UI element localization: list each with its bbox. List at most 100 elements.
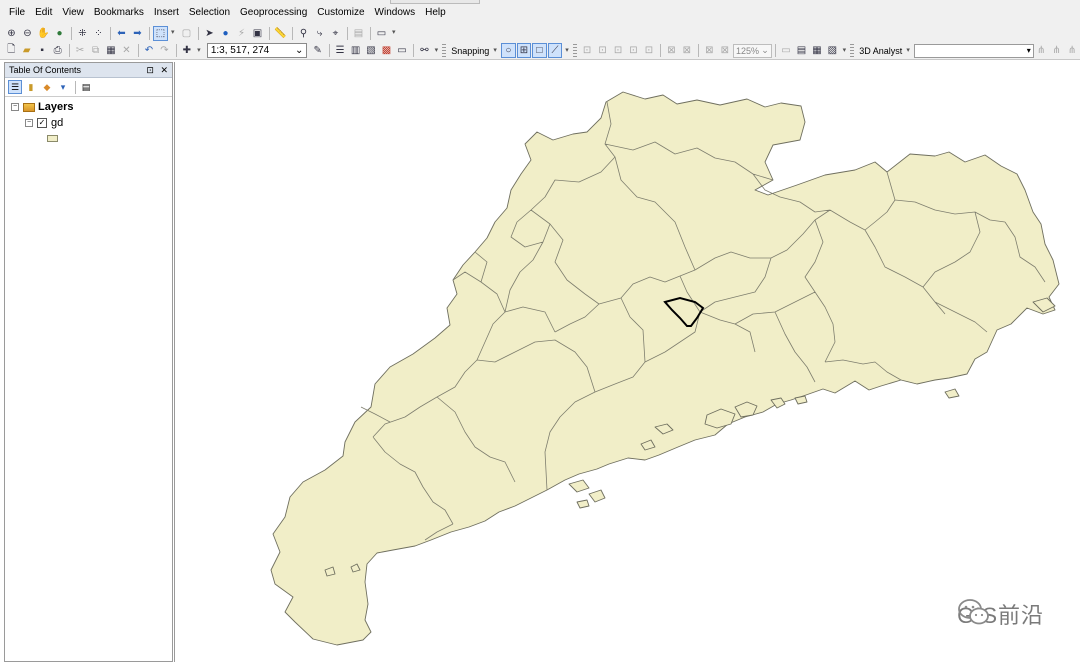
province-polygon[interactable]: [270, 91, 1060, 646]
georef-links-icon[interactable]: ⊡: [642, 43, 656, 58]
find-route-icon[interactable]: ⤷: [312, 26, 327, 41]
menu-geoprocessing[interactable]: Geoprocessing: [235, 5, 312, 20]
line-of-sight-icon[interactable]: ⋔: [1065, 43, 1079, 58]
map-scale-combobox[interactable]: 1:3, 517, 274 ⌄: [206, 43, 308, 58]
clear-selection-icon[interactable]: ▢: [179, 26, 194, 41]
add-data-icon[interactable]: ✚: [180, 43, 194, 58]
copy-icon[interactable]: ⧉: [88, 43, 102, 58]
edge-snapping-icon[interactable]: ⟋: [547, 43, 563, 58]
list-by-visibility-icon[interactable]: ◆: [40, 80, 54, 94]
save-icon[interactable]: ▪: [35, 43, 49, 58]
chevron-down-icon[interactable]: ⌄: [295, 45, 303, 56]
search-window-icon[interactable]: ▧: [364, 43, 378, 58]
time-slider-icon[interactable]: ▤: [351, 26, 366, 41]
redo-icon[interactable]: ↷: [157, 43, 171, 58]
chevron-down-icon[interactable]: ⌄: [761, 45, 769, 56]
georef-shift-icon[interactable]: ⊡: [611, 43, 625, 58]
map-display[interactable]: GIS前沿: [174, 62, 1080, 662]
select-elements-arrow-icon[interactable]: ➤: [202, 26, 217, 41]
tree-row-layer-gd[interactable]: − ✓ gd: [25, 117, 63, 129]
menu-help[interactable]: Help: [420, 5, 451, 20]
map-canvas[interactable]: [175, 62, 1080, 662]
undo-icon[interactable]: ↶: [142, 43, 156, 58]
menu-view[interactable]: View: [57, 5, 89, 20]
layout-zoom-out-icon[interactable]: ⊠: [718, 43, 732, 58]
add-data-dropdown-icon[interactable]: ▾: [197, 47, 203, 55]
toolbar-options-icon[interactable]: ▾: [843, 47, 849, 55]
zoom-percent-combobox[interactable]: 125% ⌄: [733, 43, 772, 58]
toolbar-grip[interactable]: [442, 44, 447, 57]
toolbar-grip[interactable]: [573, 44, 577, 57]
chevron-down-icon[interactable]: ▾: [1027, 46, 1031, 55]
pin-icon[interactable]: ⊡: [146, 65, 154, 75]
3d-analyst-menu[interactable]: 3D Analyst: [857, 46, 904, 56]
menu-edit[interactable]: Edit: [30, 5, 57, 20]
zoom-in-icon[interactable]: ⊕: [4, 26, 19, 41]
new-document-icon[interactable]: 🗋: [4, 43, 18, 58]
snapping-dropdown-icon[interactable]: ▾: [493, 47, 499, 55]
toc-options-icon[interactable]: ▤: [79, 80, 93, 94]
toolbar-options-icon[interactable]: ▾: [392, 29, 398, 37]
vertex-snapping-icon[interactable]: □: [532, 43, 547, 58]
full-extent-globe-icon[interactable]: ●: [52, 26, 67, 41]
list-by-drawing-order-icon[interactable]: ☰: [8, 80, 22, 94]
table-of-contents-icon[interactable]: ☰: [333, 43, 347, 58]
point-snapping-icon[interactable]: ○: [501, 43, 516, 58]
back-extent-icon[interactable]: ⬅: [114, 26, 129, 41]
select-features-icon[interactable]: ⬚: [153, 25, 168, 41]
layout-zoom-in-icon[interactable]: ⊠: [702, 43, 716, 58]
fixed-zoom-icon[interactable]: ⊠: [680, 43, 694, 58]
menu-bookmarks[interactable]: Bookmarks: [89, 5, 149, 20]
toggle-draft-mode-icon[interactable]: ▭: [779, 43, 793, 58]
editor-toolbar-icon[interactable]: ✎: [310, 43, 324, 58]
fixed-zoom-out-icon[interactable]: ⁘: [91, 26, 106, 41]
menu-customize[interactable]: Customize: [312, 5, 369, 20]
layer-symbol-swatch[interactable]: [47, 135, 58, 142]
list-by-source-icon[interactable]: ▮: [24, 80, 38, 94]
focus-data-frame-icon[interactable]: ▤: [794, 43, 808, 58]
measure-icon[interactable]: 📏: [273, 26, 288, 41]
collapse-icon[interactable]: −: [11, 103, 19, 111]
close-icon[interactable]: ✕: [160, 65, 168, 75]
steepest-path-icon[interactable]: ⋔: [1049, 43, 1063, 58]
layer-visibility-checkbox[interactable]: ✓: [37, 118, 47, 128]
zoom-to-layer-icon[interactable]: ⊠: [664, 43, 678, 58]
pan-hand-icon[interactable]: ✋: [36, 26, 51, 41]
toolbar-options-icon[interactable]: ▾: [565, 47, 571, 55]
toolbar-grip[interactable]: [850, 44, 855, 57]
catalog-icon[interactable]: ▥: [348, 43, 362, 58]
create-viewer-window-icon[interactable]: ▭: [374, 26, 389, 41]
python-window-icon[interactable]: ▭: [395, 43, 409, 58]
print-icon[interactable]: ⎙: [50, 43, 64, 58]
georef-fit-icon[interactable]: ⊡: [580, 43, 594, 58]
menu-insert[interactable]: Insert: [149, 5, 184, 20]
menu-file[interactable]: File: [4, 5, 30, 20]
end-snapping-icon[interactable]: ⊞: [516, 43, 532, 58]
model-builder-icon[interactable]: ⚯: [417, 43, 431, 58]
cut-icon[interactable]: ✂: [73, 43, 87, 58]
collapse-icon[interactable]: −: [25, 119, 33, 127]
list-by-selection-icon[interactable]: ▾: [56, 80, 70, 94]
data-driven-pages-icon[interactable]: ▧: [825, 43, 839, 58]
dropdown-arrow-icon[interactable]: ▾: [171, 29, 177, 37]
paste-icon[interactable]: ▦: [104, 43, 118, 58]
province-outline[interactable]: [270, 91, 1060, 646]
change-layout-icon[interactable]: ▦: [810, 43, 824, 58]
menu-selection[interactable]: Selection: [184, 5, 235, 20]
find-binoculars-icon[interactable]: ⚲: [296, 26, 311, 41]
create-contour-icon[interactable]: ⋔: [1034, 43, 1048, 58]
3d-analyst-dropdown-icon[interactable]: ▾: [906, 47, 912, 55]
toolbar-options-icon[interactable]: ▾: [435, 47, 441, 55]
zoom-out-icon[interactable]: ⊖: [20, 26, 35, 41]
delete-icon[interactable]: ✕: [119, 43, 133, 58]
georef-rotate-icon[interactable]: ⊡: [595, 43, 609, 58]
snapping-menu[interactable]: Snapping: [449, 46, 491, 56]
tree-row-symbol[interactable]: [47, 135, 58, 142]
forward-extent-icon[interactable]: ➡: [130, 26, 145, 41]
hyperlink-icon[interactable]: ⚡: [234, 26, 249, 41]
tree-row-layers[interactable]: − Layers: [11, 101, 73, 113]
html-popup-icon[interactable]: ▣: [250, 26, 265, 41]
menu-windows[interactable]: Windows: [370, 5, 421, 20]
go-to-xy-icon[interactable]: ⌖: [328, 26, 343, 41]
identify-icon[interactable]: ●: [218, 26, 233, 41]
